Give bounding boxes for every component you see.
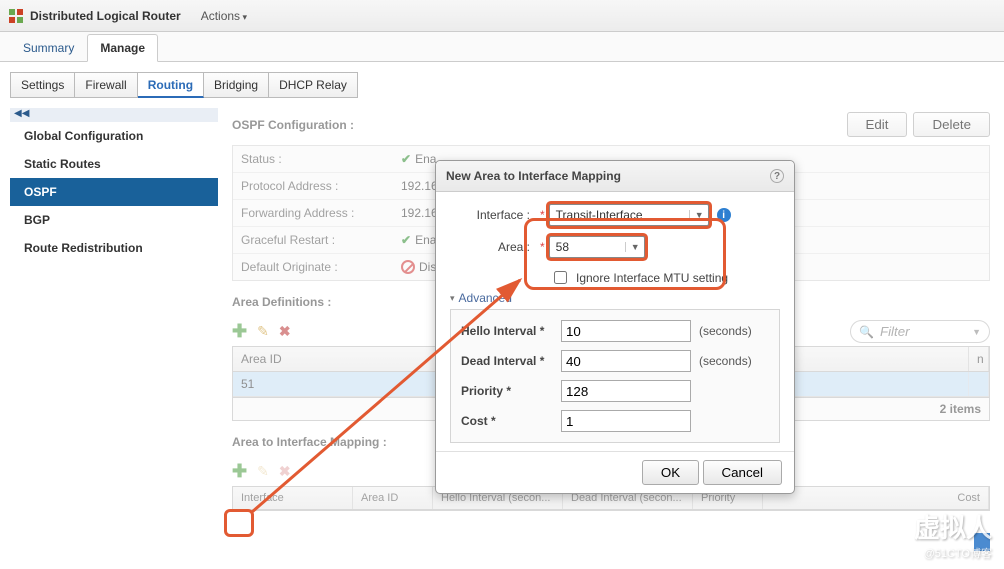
area-label: Area :	[450, 240, 540, 254]
ok-button[interactable]: OK	[642, 460, 699, 485]
hello-unit: (seconds)	[699, 324, 752, 338]
actions-menu[interactable]: Actions	[201, 9, 247, 23]
cost-input[interactable]	[561, 410, 691, 432]
sidebar-item-static[interactable]: Static Routes	[10, 150, 218, 178]
info-icon[interactable]: i	[717, 208, 731, 222]
subtab-bridging[interactable]: Bridging	[204, 72, 269, 98]
sidebar-item-bgp[interactable]: BGP	[10, 206, 218, 234]
interface-value: Transit-Interface	[556, 208, 643, 222]
tab-summary[interactable]: Summary	[10, 34, 87, 62]
ignore-mtu-checkbox[interactable]	[554, 271, 567, 284]
page-title: Distributed Logical Router	[30, 9, 181, 23]
sidebar-item-ospf[interactable]: OSPF	[10, 178, 218, 206]
annotation-highlight	[224, 509, 254, 537]
watermark: 虚拟人 @51CTO博客	[882, 508, 992, 561]
sidebar-item-redist[interactable]: Route Redistribution	[10, 234, 218, 262]
sidebar-item-global[interactable]: Global Configuration	[10, 122, 218, 150]
subtab-settings[interactable]: Settings	[10, 72, 75, 98]
dead-input[interactable]	[561, 350, 691, 372]
cost-label: Cost *	[461, 414, 561, 428]
dead-label: Dead Interval *	[461, 354, 561, 368]
subtab-dhcp[interactable]: DHCP Relay	[269, 72, 358, 98]
interface-label: Interface :	[450, 208, 540, 222]
area-value: 58	[556, 240, 569, 254]
priority-label: Priority *	[461, 384, 561, 398]
required-icon: *	[540, 240, 545, 254]
subtab-firewall[interactable]: Firewall	[75, 72, 137, 98]
hello-label: Hello Interval *	[461, 324, 561, 338]
interface-dropdown[interactable]: Transit-Interface ▼	[549, 204, 709, 226]
priority-input[interactable]	[561, 380, 691, 402]
required-icon: *	[540, 208, 545, 222]
sidebar-collapse-icon[interactable]: ◀◀	[10, 108, 218, 122]
new-mapping-dialog: New Area to Interface Mapping ? Interfac…	[435, 160, 795, 494]
cancel-button[interactable]: Cancel	[703, 460, 783, 485]
app-logo-icon	[8, 8, 24, 24]
ignore-mtu-label: Ignore Interface MTU setting	[576, 271, 728, 285]
help-icon[interactable]: ?	[770, 169, 784, 183]
tab-manage[interactable]: Manage	[87, 34, 158, 62]
dialog-title: New Area to Interface Mapping	[446, 169, 621, 183]
chevron-down-icon[interactable]: ▼	[689, 210, 704, 220]
area-dropdown[interactable]: 58 ▼	[549, 236, 645, 258]
advanced-toggle[interactable]: Advanced	[450, 287, 780, 309]
chevron-down-icon[interactable]: ▼	[625, 242, 640, 252]
subtab-routing[interactable]: Routing	[138, 72, 204, 98]
dead-unit: (seconds)	[699, 354, 752, 368]
wechat-icon	[882, 515, 910, 539]
hello-input[interactable]	[561, 320, 691, 342]
